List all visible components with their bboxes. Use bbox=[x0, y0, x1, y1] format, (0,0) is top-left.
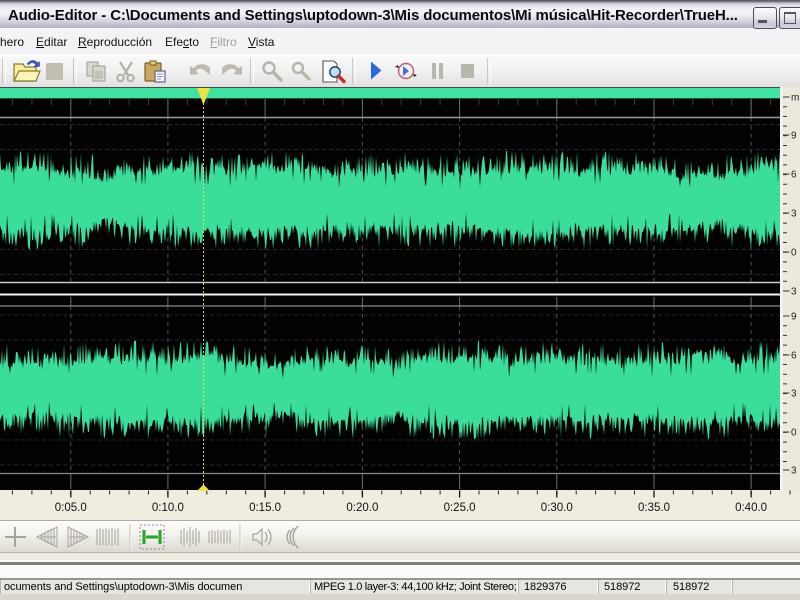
svg-text:0:15.0: 0:15.0 bbox=[249, 502, 281, 514]
svg-text:3: 3 bbox=[791, 389, 797, 400]
svg-text:3: 3 bbox=[791, 466, 797, 477]
svg-text:0:25.0: 0:25.0 bbox=[444, 502, 476, 514]
svg-text:9: 9 bbox=[791, 312, 797, 323]
svg-text:0:35.0: 0:35.0 bbox=[638, 502, 670, 514]
svg-text:3: 3 bbox=[791, 209, 797, 220]
svg-text:0:05.0: 0:05.0 bbox=[55, 502, 87, 514]
svg-text:0:20.0: 0:20.0 bbox=[346, 502, 378, 514]
svg-text:0:40.0: 0:40.0 bbox=[735, 502, 767, 514]
svg-text:6: 6 bbox=[791, 170, 797, 181]
svg-text:m: m bbox=[791, 93, 799, 104]
svg-text:9: 9 bbox=[791, 131, 797, 142]
svg-text:6: 6 bbox=[791, 351, 797, 362]
svg-text:0:30.0: 0:30.0 bbox=[541, 502, 573, 514]
svg-text:0:10.0: 0:10.0 bbox=[152, 502, 184, 514]
svg-text:3: 3 bbox=[791, 287, 797, 298]
svg-text:0: 0 bbox=[791, 248, 797, 259]
svg-text:0: 0 bbox=[791, 428, 797, 439]
